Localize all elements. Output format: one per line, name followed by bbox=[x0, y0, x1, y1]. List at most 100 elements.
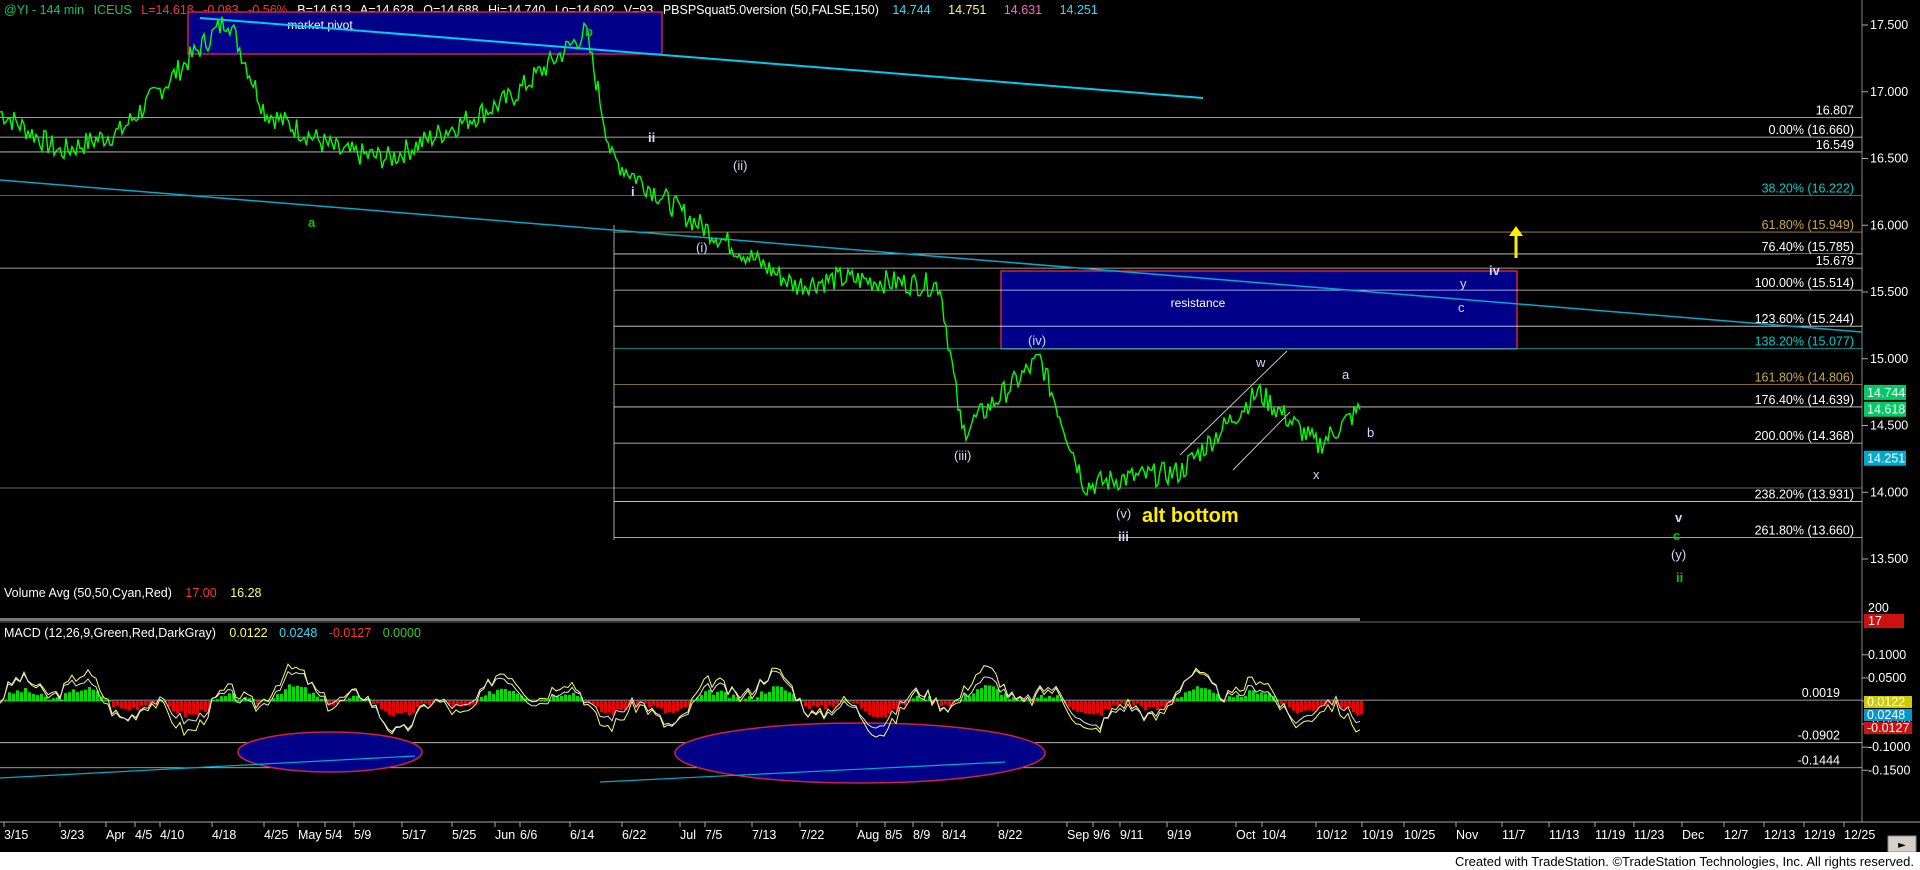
macd-hist-bar bbox=[776, 686, 779, 702]
macd-hist-bar bbox=[1044, 698, 1047, 702]
macd-tick-1: 0.0500 bbox=[1868, 671, 1906, 685]
fib-label-6: 138.20% (15.077) bbox=[1755, 334, 1854, 348]
stock-chart: @YI - 144 min ICEUS L=14.618 -0.083 -0.5… bbox=[0, 0, 1920, 870]
macd-hist-bar bbox=[144, 701, 147, 706]
macd-hist-bar bbox=[396, 701, 399, 714]
macd-hist-bar bbox=[1188, 690, 1191, 702]
macd-hist-bar bbox=[1204, 688, 1207, 702]
macd-hist-bar bbox=[1088, 701, 1091, 714]
macd-hist-bar bbox=[200, 701, 203, 711]
macd-hist-bar bbox=[752, 699, 755, 702]
scroll-right-button[interactable]: ► bbox=[1887, 835, 1917, 853]
macd-hist-bar bbox=[1132, 701, 1135, 705]
macd-hist-bar bbox=[968, 696, 971, 702]
macd-hist-bar bbox=[716, 691, 719, 702]
macd-hist-bar bbox=[1300, 701, 1303, 712]
macd-hist-bar bbox=[1340, 701, 1343, 708]
wave-label-b-green: b bbox=[585, 24, 593, 39]
macd-hist-bar bbox=[1100, 701, 1103, 716]
macd-ellipse-left bbox=[237, 731, 423, 773]
wave-label-b-white: b bbox=[1367, 425, 1374, 440]
macd-hist-bar bbox=[868, 701, 871, 715]
macd-hist-bar bbox=[608, 701, 611, 713]
macd-hist-bar bbox=[1144, 701, 1147, 711]
macd-hist-bar bbox=[1176, 698, 1179, 702]
macd-hist-bar bbox=[76, 692, 79, 702]
macd-hist-bar bbox=[128, 701, 131, 711]
macd-hist-bar bbox=[1240, 696, 1243, 702]
macd-hist-bar bbox=[120, 701, 123, 709]
macd-hist-bar bbox=[672, 701, 675, 713]
macd-hist-bar bbox=[288, 684, 291, 702]
date-tick-33: 10/25 bbox=[1404, 828, 1435, 842]
macd-hist-bar bbox=[408, 701, 411, 715]
macd-hist-bar bbox=[980, 688, 983, 702]
footer-credit: Created with TradeStation. ©TradeStation… bbox=[1455, 854, 1914, 869]
macd-hist-bar bbox=[1356, 701, 1359, 716]
wave-label-ii-green: ii bbox=[1676, 570, 1683, 585]
macd-hist-bar bbox=[504, 688, 507, 702]
macd-hist-bar bbox=[296, 685, 299, 702]
header-symbol: @YI - 144 min bbox=[4, 3, 84, 17]
macd-hist-bar bbox=[616, 701, 619, 710]
macd-hist-bar bbox=[948, 701, 951, 707]
macd-hist-bar bbox=[596, 701, 599, 707]
macd-hist-bar bbox=[376, 701, 379, 704]
date-tick-26: 9/6 bbox=[1093, 828, 1110, 842]
macd-hist-bar bbox=[1348, 701, 1351, 708]
wave-label-ii: ii bbox=[648, 130, 655, 145]
wave-label-c-green: c bbox=[1673, 528, 1680, 543]
macd-hist-bar bbox=[492, 694, 495, 702]
macd-hist-bar bbox=[576, 695, 579, 702]
macd-hist-bar bbox=[1208, 689, 1211, 702]
macd-hist-bar bbox=[64, 693, 67, 702]
macd-hist-bar bbox=[1292, 701, 1295, 711]
macd-hist-bar bbox=[812, 701, 815, 706]
header-study: PBSPSquat5.0version (50,FALSE,150) bbox=[663, 3, 879, 17]
macd-hist-bar bbox=[1120, 701, 1123, 704]
macd-hist-bar bbox=[664, 701, 667, 714]
wave-label-iii: iii bbox=[1118, 529, 1129, 544]
alt-bottom-label: alt bottom bbox=[1142, 505, 1239, 527]
date-tick-3: 4/5 bbox=[135, 828, 152, 842]
volume-title: Volume Avg (50,50,Cyan,Red) bbox=[4, 586, 172, 600]
macd-hist-bar bbox=[884, 701, 887, 718]
date-tick-37: 11/19 bbox=[1595, 828, 1625, 842]
macd-hist-bar bbox=[680, 701, 683, 709]
macd-hist-bar bbox=[720, 690, 723, 702]
macd-hist-bar bbox=[168, 701, 171, 707]
macd-hist-bar bbox=[1084, 701, 1087, 714]
macd-hist-bar bbox=[36, 695, 39, 702]
macd-hist-bar bbox=[1184, 692, 1187, 702]
volume-badge: 17 bbox=[1868, 614, 1882, 628]
volume-strip bbox=[0, 618, 1360, 621]
fib-label-9: 200.00% (14.368) bbox=[1755, 429, 1854, 443]
macd-hist-bar bbox=[660, 701, 663, 709]
price-tick-5: 15.000 bbox=[1870, 352, 1908, 366]
macd-hist-bar bbox=[312, 692, 315, 702]
wave-label-minor-v: (v) bbox=[1116, 506, 1131, 521]
wave-label-minor-iv: (iv) bbox=[1028, 333, 1046, 348]
macd-hist-bar bbox=[1140, 701, 1143, 707]
macd-hist-bar bbox=[1048, 696, 1051, 702]
macd-hist-bar bbox=[824, 701, 827, 709]
macd-hist-bar bbox=[388, 701, 391, 715]
macd-hist-bar bbox=[1200, 688, 1203, 702]
macd-hist-bar bbox=[1256, 693, 1259, 702]
wave-label-v: v bbox=[1675, 510, 1683, 525]
date-tick-15: 6/22 bbox=[622, 828, 646, 842]
macd-hist-bar bbox=[1112, 701, 1115, 705]
macd-hist-bar bbox=[748, 696, 751, 702]
macd-hist-bar bbox=[40, 693, 43, 702]
date-tick-39: Dec bbox=[1682, 828, 1704, 842]
macd-hist-bar bbox=[104, 699, 107, 702]
volume-v1: 17.00 bbox=[185, 586, 216, 600]
macd-hist-bar bbox=[316, 696, 319, 702]
macd-hist-bar bbox=[132, 701, 135, 708]
macd-hist-bar bbox=[768, 691, 771, 702]
date-tick-11: 5/25 bbox=[452, 828, 476, 842]
macd-hist-bar bbox=[320, 698, 323, 702]
date-tick-2: Apr bbox=[106, 828, 125, 842]
macd-hist-bar bbox=[832, 701, 835, 707]
price-tick-8: 13.500 bbox=[1870, 552, 1908, 566]
